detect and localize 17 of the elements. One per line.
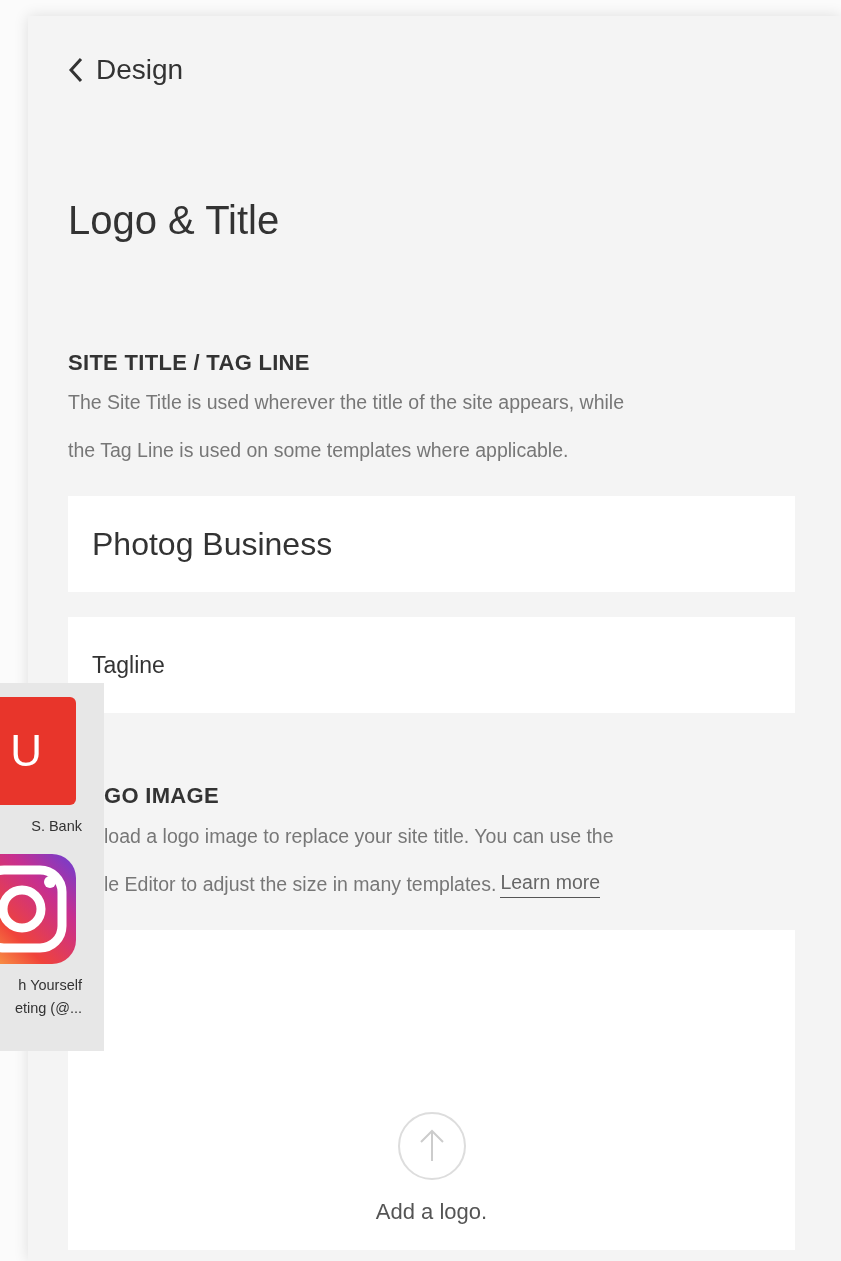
description-text: le Editor to adjust the size in many templates. xyxy=(104,871,497,897)
section-heading: SITE TITLE / TAG LINE xyxy=(68,350,311,377)
bookmark-label: S. Bank xyxy=(31,817,83,836)
upload-label: Add a logo. xyxy=(375,1197,488,1226)
page-title: Logo & Title xyxy=(68,200,281,240)
camera-icon[interactable] xyxy=(0,854,76,964)
text-field[interactable]: Tagline xyxy=(68,617,795,714)
bookmark-tile[interactable]: U xyxy=(0,697,76,805)
text-field[interactable]: Photog Business xyxy=(68,496,795,593)
description-text: the Tag Line is used on some templates where applicable. xyxy=(68,438,570,464)
section-heading: GO IMAGE xyxy=(104,783,220,810)
back-icon xyxy=(68,57,84,83)
description-text: load a logo image to replace your site title. You can use the xyxy=(104,823,615,849)
description-text: The Site Title is used wherever the title of the site appears, while xyxy=(68,390,626,416)
learn-more-link[interactable]: Learn more xyxy=(500,869,601,899)
upload-icon xyxy=(396,1110,467,1181)
back-link[interactable]: Design xyxy=(68,56,184,84)
